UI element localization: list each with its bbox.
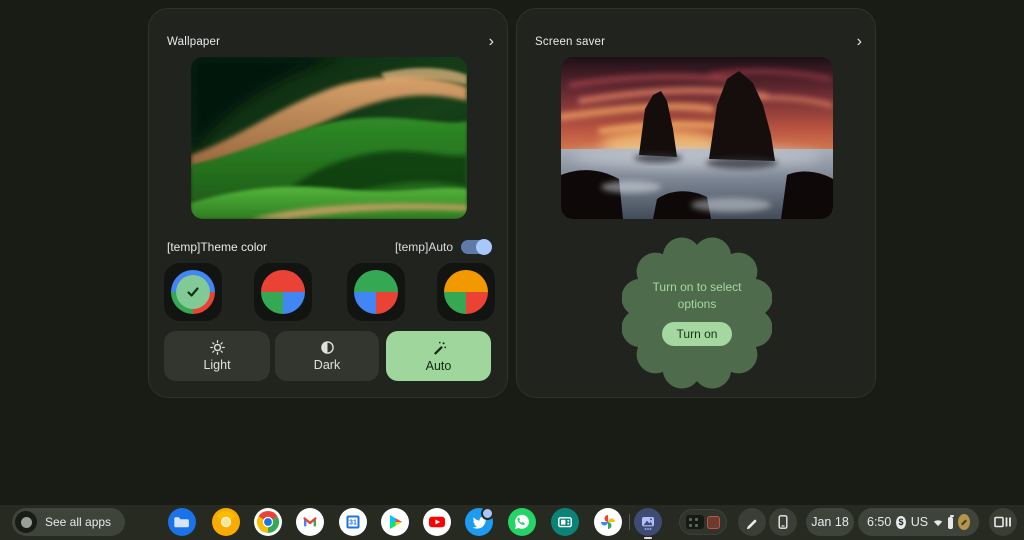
theme-color-row: [temp]Theme color [temp]Auto <box>167 238 492 256</box>
phone-icon <box>778 515 788 529</box>
wifi-icon <box>934 519 943 526</box>
screensaver-card-title: Screen saver <box>535 36 606 48</box>
launcher-icon <box>15 511 37 533</box>
auto-theme-label: [temp]Auto <box>394 240 453 254</box>
color-scheme-circle <box>444 270 488 314</box>
battery-icon <box>948 514 954 529</box>
holding-space-tote[interactable] <box>679 509 727 535</box>
chrome-canary-icon[interactable] <box>212 508 240 536</box>
color-scheme-circle <box>354 270 398 314</box>
dark-mode-label: Dark <box>313 358 341 372</box>
screensaver-blob-message: Turn on to select options <box>652 280 742 311</box>
chevron-right-icon[interactable]: › <box>489 34 494 50</box>
toggle-thumb <box>476 239 492 255</box>
chrome-icon[interactable] <box>254 508 282 536</box>
wallpaper-art <box>191 57 467 219</box>
clock-label: 6:50 <box>867 515 892 529</box>
color-scheme-swatch-3[interactable] <box>347 263 405 321</box>
sun-icon <box>209 340 225 355</box>
photos-icon[interactable] <box>594 508 622 536</box>
file-thumbnail <box>707 515 720 529</box>
notification-app-icon <box>958 514 970 530</box>
theme-color-label: [temp]Theme color <box>167 240 268 254</box>
gmail-icon[interactable] <box>296 508 324 536</box>
half-moon-icon <box>320 341 334 354</box>
magic-wand-icon <box>433 341 446 355</box>
screensaver-preview-image[interactable] <box>561 57 833 219</box>
stylus-tools-button[interactable] <box>738 508 766 536</box>
screensaver-off-blob: Turn on to select options Turn on <box>622 237 772 389</box>
tv-app-icon[interactable] <box>551 508 579 536</box>
auto-theme-toggle[interactable] <box>461 239 492 255</box>
active-app-indicator <box>644 537 652 539</box>
seascape-art <box>561 57 833 219</box>
light-mode-button[interactable]: Light <box>164 331 270 381</box>
see-all-apps-label: See all apps <box>45 515 112 529</box>
chevron-right-icon[interactable]: › <box>857 34 862 50</box>
calendar-icon[interactable]: 31 <box>339 508 367 536</box>
stylus-icon <box>746 519 757 530</box>
ime-indicator: US <box>910 515 929 529</box>
currency-badge-icon: $ <box>896 515 906 529</box>
files-app-icon[interactable] <box>168 508 196 536</box>
screenshot-thumbnail <box>686 515 704 529</box>
wallpaper-preview-image[interactable] <box>191 57 467 219</box>
color-scheme-swatch-4[interactable] <box>437 263 495 321</box>
shelf: See all apps 31 Jan 18 6:50 $ US <box>0 505 1024 540</box>
auto-mode-label: Auto <box>425 358 452 373</box>
screensaver-card: Screen saver › Turn on to select options… <box>516 8 876 398</box>
turn-on-button[interactable]: Turn on <box>661 322 733 346</box>
wallpaper-card: Wallpaper › [temp]Theme color [temp]Auto… <box>148 8 508 398</box>
color-scheme-swatch-1[interactable] <box>164 263 222 321</box>
date-label: Jan 18 <box>811 515 849 529</box>
date-button[interactable]: Jan 18 <box>806 508 854 536</box>
svg-text:31: 31 <box>349 520 357 527</box>
twitter-icon[interactable] <box>465 507 494 536</box>
show-windows-icon <box>994 516 1011 528</box>
notification-dot <box>481 507 494 520</box>
status-tray[interactable]: 6:50 $ US <box>858 508 979 536</box>
wallpaper-card-title: Wallpaper <box>167 36 221 48</box>
youtube-icon[interactable] <box>423 508 451 536</box>
selected-check-icon <box>176 275 210 309</box>
whatsapp-icon[interactable] <box>508 508 536 536</box>
color-scheme-swatch-2[interactable] <box>254 263 312 321</box>
light-mode-label: Light <box>203 358 231 372</box>
color-scheme-circle <box>261 270 305 314</box>
see-all-apps-button[interactable]: See all apps <box>12 508 126 536</box>
play-store-icon[interactable] <box>381 508 409 536</box>
shelf-separator <box>629 514 630 530</box>
phone-hub-button[interactable] <box>769 508 797 536</box>
auto-mode-button[interactable]: Auto <box>386 331 491 381</box>
wallpaper-app-icon[interactable] <box>634 508 662 536</box>
dark-mode-button[interactable]: Dark <box>275 331 379 381</box>
desktop: Wallpaper › [temp]Theme color [temp]Auto… <box>0 0 1024 540</box>
overview-button[interactable] <box>989 508 1017 536</box>
